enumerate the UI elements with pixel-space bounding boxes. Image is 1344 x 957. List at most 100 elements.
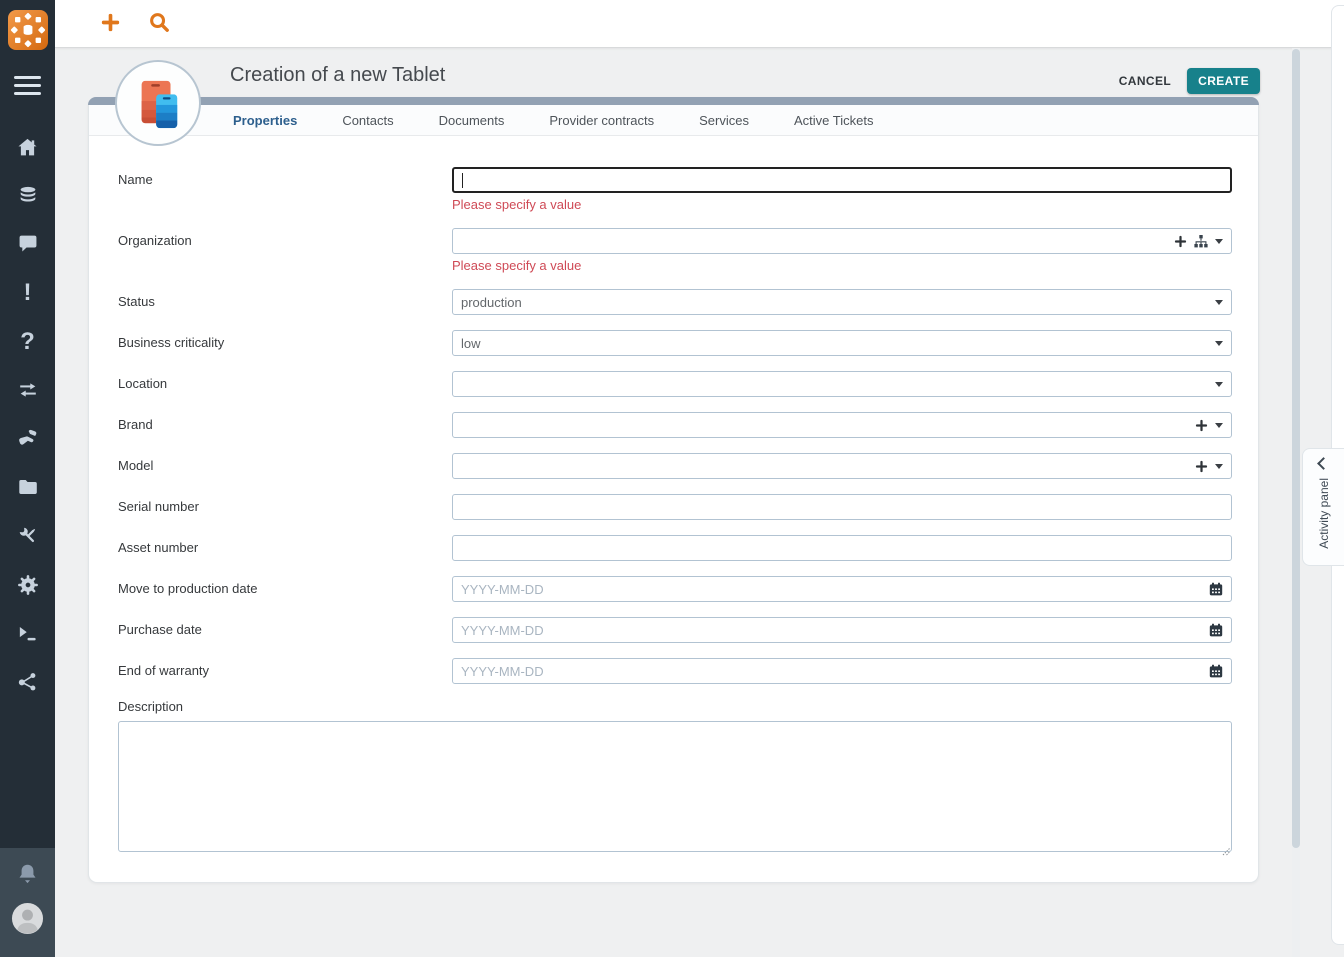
top-toolbar bbox=[55, 0, 1344, 48]
question-icon: ? bbox=[20, 327, 35, 355]
move-to-production-date-field[interactable] bbox=[461, 581, 1223, 597]
field-label: Description bbox=[118, 699, 184, 714]
validation-error: Please specify a value bbox=[452, 258, 582, 273]
tab-contacts[interactable]: Contacts bbox=[342, 113, 393, 128]
calendar-icon[interactable] bbox=[1209, 623, 1223, 637]
business-criticality-value: low bbox=[461, 335, 481, 351]
brand-select[interactable] bbox=[452, 412, 1232, 438]
status-value: production bbox=[461, 294, 522, 310]
sidebar-item-transfers[interactable] bbox=[0, 366, 55, 415]
properties-form: Name Please specify a value Organization bbox=[89, 136, 1258, 857]
gear-icon bbox=[17, 574, 38, 595]
field-label: Purchase date bbox=[118, 622, 202, 637]
chevron-down-icon[interactable] bbox=[1215, 422, 1223, 428]
home-icon bbox=[18, 138, 37, 156]
purchase-date-input[interactable] bbox=[452, 617, 1232, 643]
business-criticality-select[interactable]: low bbox=[452, 330, 1232, 356]
search-icon bbox=[150, 13, 169, 32]
tab-properties[interactable]: Properties bbox=[233, 113, 297, 128]
tab-services[interactable]: Services bbox=[699, 113, 749, 128]
sidebar-item-home[interactable] bbox=[0, 123, 55, 172]
menu-toggle-button[interactable] bbox=[14, 76, 41, 100]
notifications-button[interactable] bbox=[15, 862, 40, 889]
asset-number-input[interactable] bbox=[452, 535, 1232, 561]
scrollbar-track[interactable] bbox=[1292, 48, 1300, 957]
tab-active-tickets[interactable]: Active Tickets bbox=[794, 113, 873, 128]
end-of-warranty-input[interactable] bbox=[452, 658, 1232, 684]
scrollbar-thumb[interactable] bbox=[1292, 49, 1300, 848]
user-menu-button[interactable] bbox=[11, 902, 44, 935]
user-avatar-icon bbox=[11, 902, 44, 935]
add-org-icon[interactable] bbox=[1174, 235, 1187, 248]
object-class-avatar bbox=[115, 60, 201, 146]
creation-form-card: Properties Contacts Documents Provider c… bbox=[88, 97, 1259, 883]
end-of-warranty-field[interactable] bbox=[461, 663, 1223, 679]
field-label: End of warranty bbox=[118, 663, 210, 678]
create-button[interactable]: CREATE bbox=[1187, 68, 1260, 94]
chat-icon bbox=[19, 236, 36, 253]
field-label: Asset number bbox=[118, 540, 199, 555]
purchase-date-field[interactable] bbox=[461, 622, 1223, 638]
sidebar-item-documents[interactable] bbox=[0, 463, 55, 512]
share-icon bbox=[18, 673, 36, 691]
status-select[interactable]: production bbox=[452, 289, 1232, 315]
sidebar-item-admin[interactable] bbox=[0, 560, 55, 609]
itop-logo-icon bbox=[8, 10, 48, 50]
sidebar-bottom bbox=[0, 848, 55, 957]
move-to-production-date-input[interactable] bbox=[452, 576, 1232, 602]
field-row-serial-number: Serial number bbox=[118, 494, 1232, 520]
organization-select[interactable] bbox=[452, 228, 1232, 254]
field-label: Model bbox=[118, 458, 154, 473]
model-select[interactable] bbox=[452, 453, 1232, 479]
quick-create-button[interactable] bbox=[99, 11, 122, 34]
field-row-location: Location bbox=[118, 371, 1232, 397]
page-title: Creation of a new Tablet bbox=[230, 64, 446, 86]
tab-provider-contracts[interactable]: Provider contracts bbox=[549, 113, 654, 128]
sidebar-item-ongoing-changes[interactable] bbox=[0, 415, 55, 464]
field-label: Serial number bbox=[118, 499, 199, 514]
field-label: Organization bbox=[118, 233, 192, 248]
chevron-down-icon[interactable] bbox=[1215, 463, 1223, 469]
card-accent-bar bbox=[88, 97, 1259, 105]
tab-bar: Properties Contacts Documents Provider c… bbox=[89, 105, 1258, 136]
add-model-icon[interactable] bbox=[1195, 460, 1208, 473]
sidebar-item-help[interactable]: ? bbox=[0, 317, 55, 366]
tab-documents[interactable]: Documents bbox=[439, 113, 505, 128]
database-icon bbox=[20, 186, 35, 202]
helping-hand-icon bbox=[19, 430, 37, 446]
field-label: Business criticality bbox=[118, 335, 225, 350]
field-label: Status bbox=[118, 294, 155, 309]
sidebar-item-config-items[interactable] bbox=[0, 512, 55, 561]
name-input-field[interactable] bbox=[462, 172, 1222, 188]
validation-error: Please specify a value bbox=[452, 197, 582, 212]
calendar-icon[interactable] bbox=[1209, 582, 1223, 596]
transfer-arrows-icon bbox=[19, 383, 36, 397]
add-brand-icon[interactable] bbox=[1195, 419, 1208, 432]
description-textarea[interactable] bbox=[118, 721, 1232, 852]
calendar-icon[interactable] bbox=[1209, 664, 1223, 678]
text-cursor bbox=[462, 173, 463, 188]
hierarchy-icon[interactable] bbox=[1194, 234, 1208, 248]
field-row-description: Description bbox=[118, 699, 1232, 857]
cancel-button[interactable]: CANCEL bbox=[1119, 74, 1171, 88]
chevron-down-icon[interactable] bbox=[1215, 238, 1223, 244]
activity-panel-toggle[interactable]: Activity panel bbox=[1302, 448, 1344, 566]
itop-logo[interactable] bbox=[8, 10, 48, 50]
location-select[interactable] bbox=[452, 371, 1232, 397]
folder-icon bbox=[18, 480, 37, 495]
sidebar-item-alerts[interactable]: ! bbox=[0, 269, 55, 318]
serial-number-input-field[interactable] bbox=[461, 499, 1223, 515]
sidebar-item-console[interactable] bbox=[0, 609, 55, 658]
field-label: Brand bbox=[118, 417, 153, 432]
asset-number-input-field[interactable] bbox=[461, 540, 1223, 556]
sidebar-item-data[interactable] bbox=[0, 172, 55, 221]
name-input[interactable] bbox=[452, 167, 1232, 193]
bell-icon bbox=[19, 864, 36, 884]
serial-number-input[interactable] bbox=[452, 494, 1232, 520]
sidebar-nav: ! ? bbox=[0, 123, 55, 706]
global-search-button[interactable] bbox=[148, 11, 171, 34]
chevron-down-icon bbox=[1215, 299, 1223, 305]
sidebar-item-share[interactable] bbox=[0, 658, 55, 707]
sidebar-item-chat[interactable] bbox=[0, 220, 55, 269]
field-label: Location bbox=[118, 376, 168, 391]
